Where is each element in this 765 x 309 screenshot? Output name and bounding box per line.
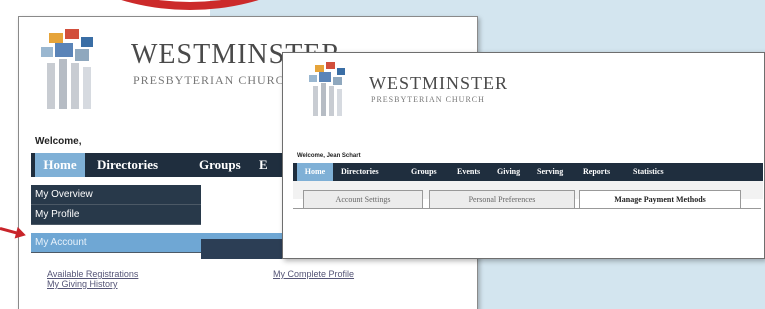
link-available-registrations[interactable]: Available Registrations xyxy=(47,269,138,279)
nav-partial[interactable]: E xyxy=(259,153,268,177)
link-giving-history[interactable]: My Giving History xyxy=(47,279,118,289)
church-logo-icon xyxy=(305,59,365,119)
nav-groups[interactable]: Groups xyxy=(411,163,437,181)
screenshot-canvas: WESTMINSTER PRESBYTERIAN CHURCH Welcome,… xyxy=(0,0,765,309)
nav-home[interactable]: Home xyxy=(35,153,85,177)
nav-directories[interactable]: Directories xyxy=(341,163,379,181)
nav-groups[interactable]: Groups xyxy=(199,153,241,177)
logo-name: WESTMINSTER xyxy=(369,73,508,93)
tab-manage-payment-methods[interactable]: Manage Payment Methods xyxy=(579,190,741,209)
church-logo-icon xyxy=(35,23,123,113)
menu-item-my-profile[interactable]: My Profile xyxy=(31,205,201,225)
logo-subtitle: PRESBYTERIAN CHURCH xyxy=(371,95,485,104)
tab-account-settings[interactable]: Account Settings xyxy=(303,190,423,208)
tab-content-panel xyxy=(293,208,761,258)
logo-subtitle: PRESBYTERIAN CHURCH xyxy=(133,73,295,87)
nav-reports[interactable]: Reports xyxy=(583,163,610,181)
welcome-text: Welcome, xyxy=(35,136,82,147)
nav-directories[interactable]: Directories xyxy=(97,153,158,177)
menu-item-my-overview[interactable]: My Overview xyxy=(31,185,201,205)
tab-personal-preferences[interactable]: Personal Preferences xyxy=(429,190,575,208)
nav-serving[interactable]: Serving xyxy=(537,163,563,181)
link-complete-profile[interactable]: My Complete Profile xyxy=(273,269,354,279)
main-nav: Home Directories Groups Events Giving Se… xyxy=(293,163,763,181)
front-browser-window: WESTMINSTER PRESBYTERIAN CHURCH Welcome,… xyxy=(282,52,765,259)
nav-giving[interactable]: Giving xyxy=(497,163,520,181)
welcome-text: Welcome, Jean Schart xyxy=(297,153,361,159)
nav-home[interactable]: Home xyxy=(297,163,333,181)
nav-statistics[interactable]: Statistics xyxy=(633,163,664,181)
nav-events[interactable]: Events xyxy=(457,163,480,181)
